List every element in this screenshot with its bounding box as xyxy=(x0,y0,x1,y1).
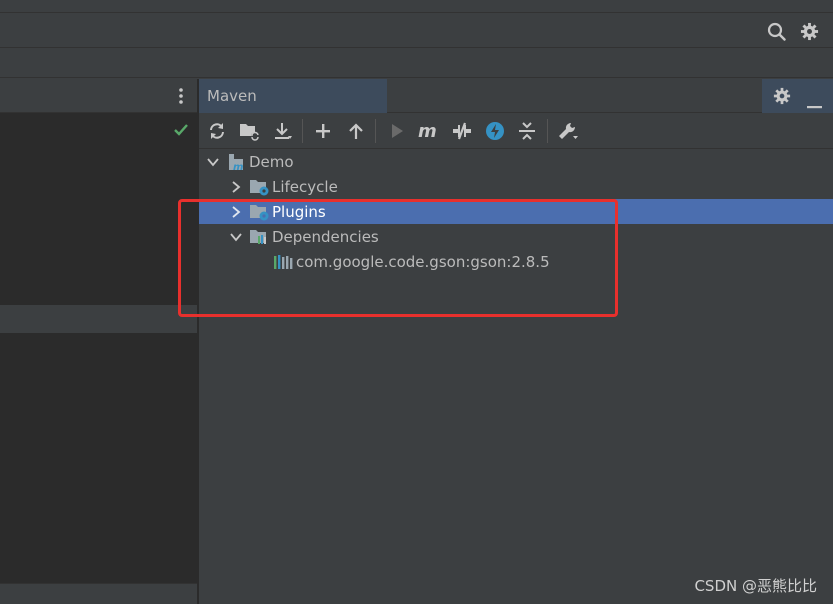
wrench-icon[interactable] xyxy=(557,119,579,143)
toolbar-separator xyxy=(547,119,548,143)
tree-root-demo[interactable]: m Demo xyxy=(199,149,833,174)
plus-icon[interactable] xyxy=(312,119,334,143)
tree-root-label: Demo xyxy=(249,152,294,171)
highlight-annotation-box xyxy=(178,199,618,317)
title-strip xyxy=(0,0,833,12)
left-current-line xyxy=(0,305,197,333)
left-footer xyxy=(0,583,197,604)
left-panel-header xyxy=(0,79,197,113)
tree-item-lifecycle[interactable]: Lifecycle xyxy=(199,174,833,199)
left-lower-area xyxy=(0,333,197,583)
tab-strip xyxy=(0,48,833,78)
tree-item-label: Lifecycle xyxy=(272,177,338,196)
download-icon[interactable] xyxy=(272,119,294,143)
gear-icon[interactable] xyxy=(800,22,819,45)
check-icon xyxy=(173,122,189,141)
collapse-icon[interactable] xyxy=(516,119,538,143)
kebab-icon[interactable] xyxy=(178,87,184,109)
main-toolbar xyxy=(0,12,833,48)
toolbar-separator xyxy=(302,119,303,143)
svg-text:m: m xyxy=(233,162,243,171)
minimize-icon[interactable] xyxy=(807,94,822,113)
folder-gear-icon xyxy=(249,178,269,196)
left-editor-area xyxy=(0,113,197,305)
arrow-up-icon[interactable] xyxy=(345,119,367,143)
maven-panel-title: Maven xyxy=(207,87,257,105)
toolbar-separator xyxy=(375,119,376,143)
module-icon: m xyxy=(226,153,246,173)
chevron-down-icon[interactable] xyxy=(206,155,220,169)
watermark-text: CSDN @恶熊比比 xyxy=(694,577,817,595)
svg-text:m: m xyxy=(418,122,437,140)
skip-tests-icon[interactable] xyxy=(484,119,506,143)
toggle-offline-icon[interactable] xyxy=(451,119,473,143)
add-folder-icon[interactable] xyxy=(239,119,261,143)
chevron-right-icon[interactable] xyxy=(229,180,243,194)
search-icon[interactable] xyxy=(767,22,786,45)
gear-icon[interactable] xyxy=(773,87,791,109)
reload-icon[interactable] xyxy=(206,119,228,143)
run-icon[interactable] xyxy=(386,119,408,143)
maven-header-actions xyxy=(762,79,833,113)
maven-m-icon[interactable]: m xyxy=(418,119,440,143)
